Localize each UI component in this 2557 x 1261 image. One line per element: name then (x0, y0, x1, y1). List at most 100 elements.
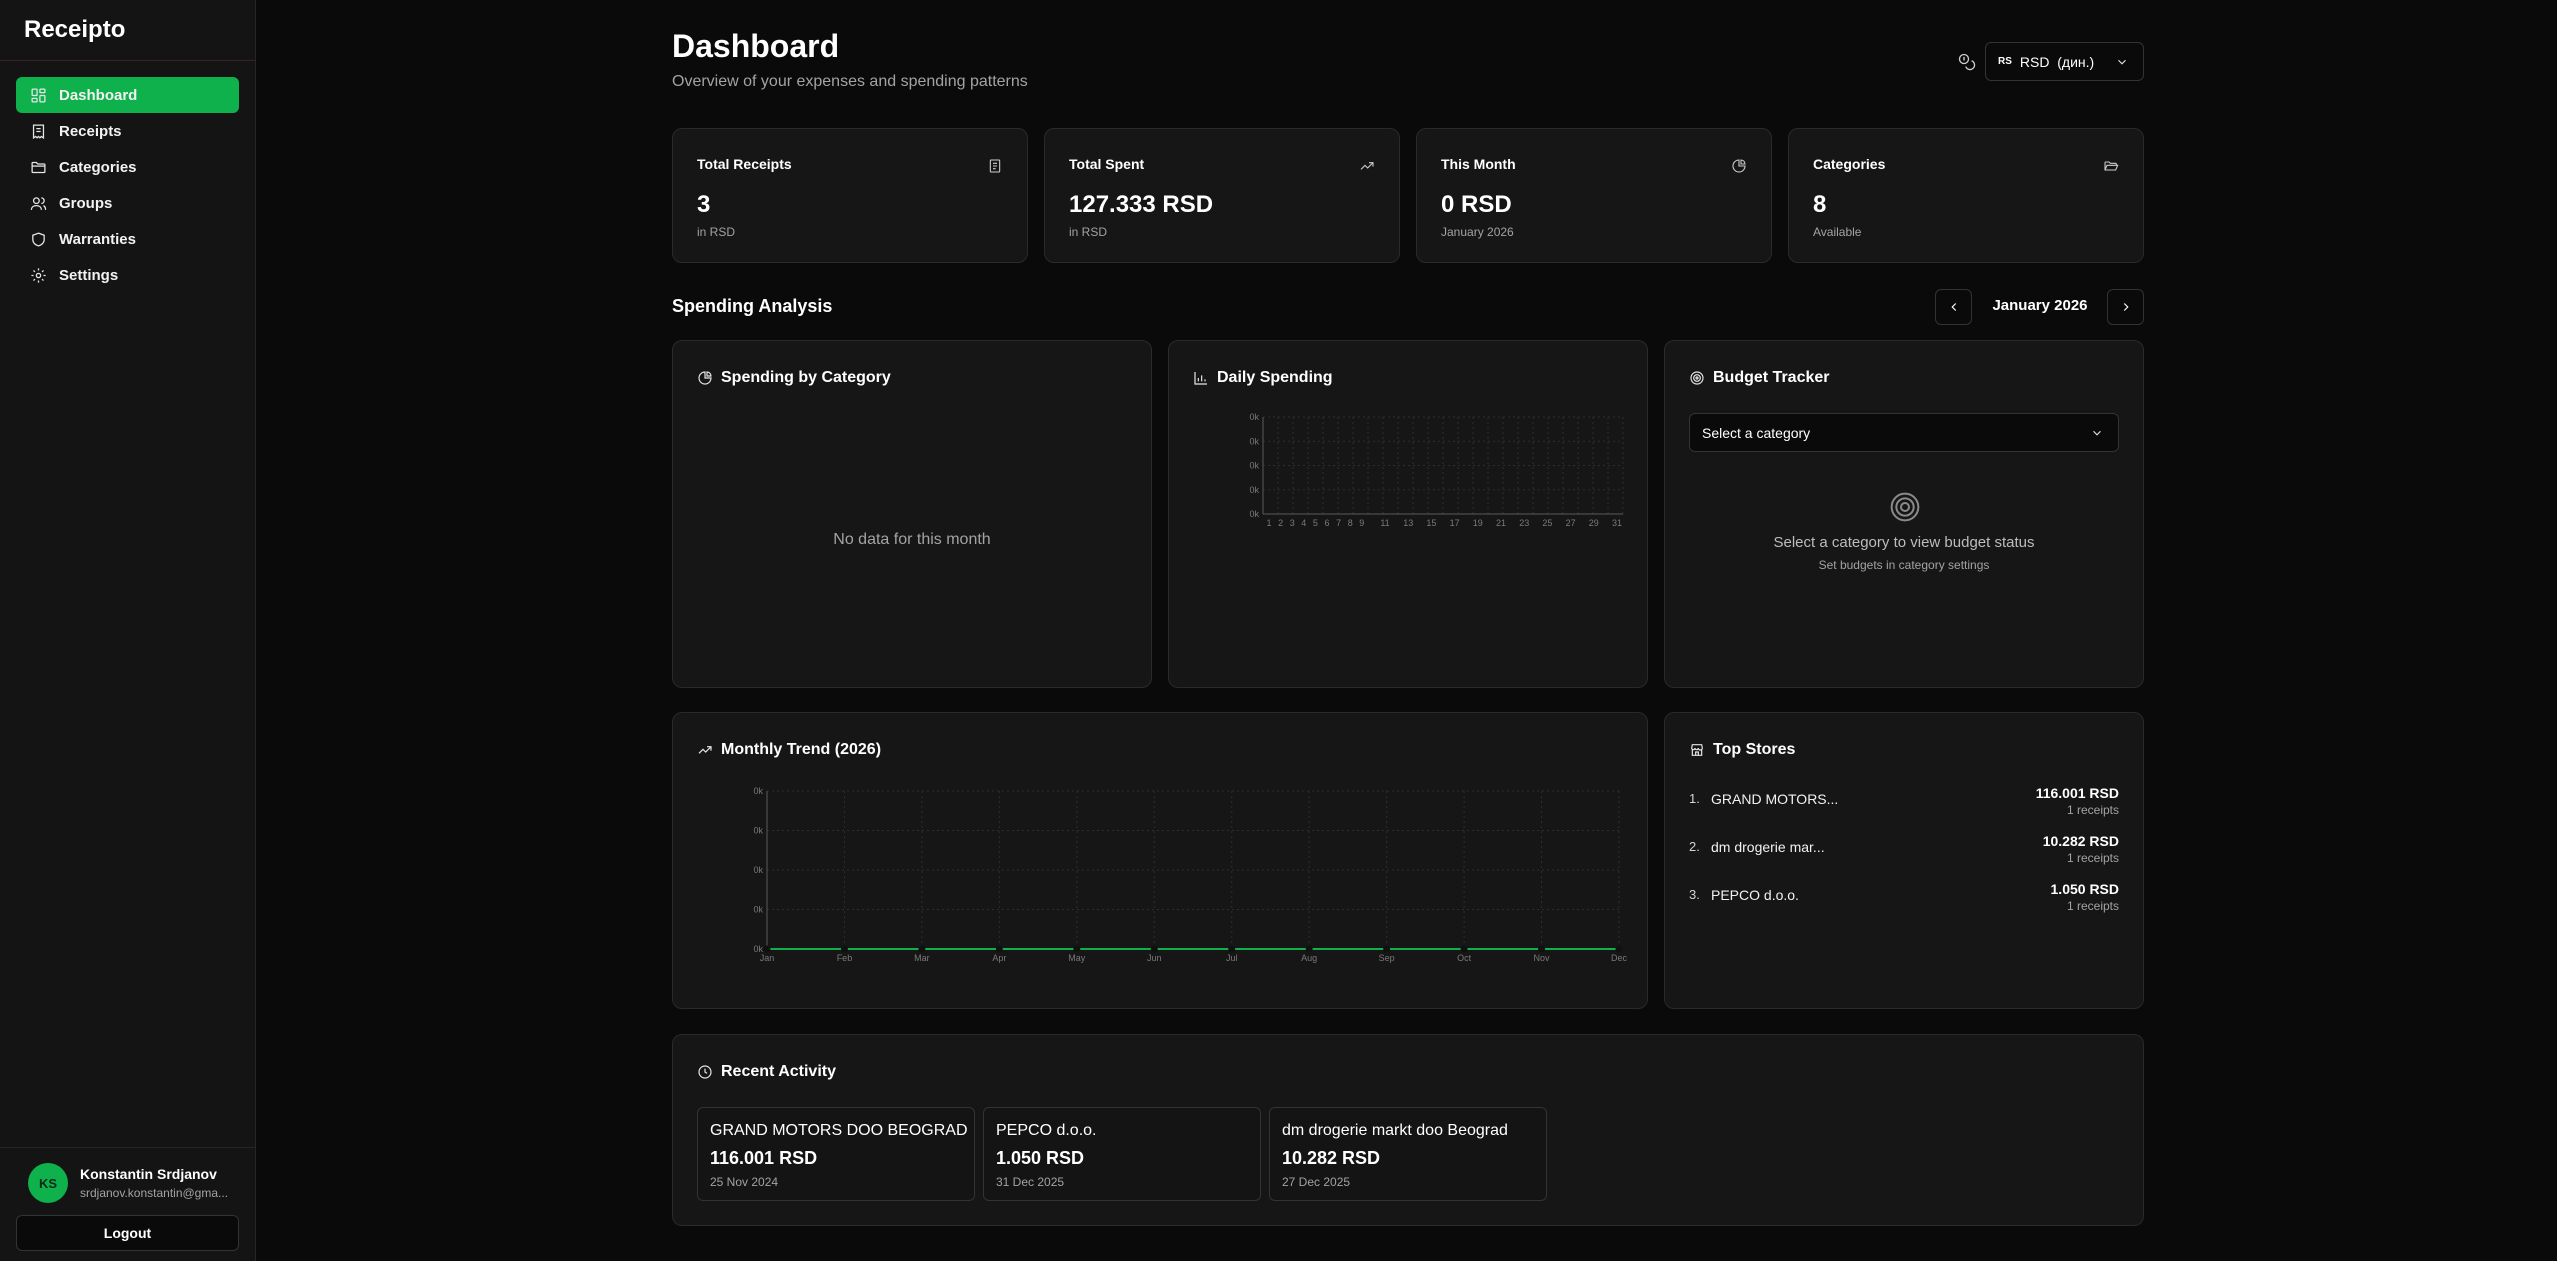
shield-icon (30, 231, 47, 248)
x-tick-label: Apr (992, 953, 1006, 963)
data-point (1229, 946, 1235, 952)
stat-sub: in RSD (697, 225, 735, 239)
list-item[interactable]: 1. GRAND MOTORS... 116.001 RSD 1 receipt… (1689, 785, 2119, 829)
list-item[interactable]: 2. dm drogerie mar... 10.282 RSD 1 recei… (1689, 833, 2119, 877)
top-stores-card: Top Stores 1. GRAND MOTORS... 116.001 RS… (1664, 712, 2144, 1009)
store-icon (1689, 742, 1705, 758)
x-tick-label: Jul (1226, 953, 1238, 963)
user-name: Konstantin Srdjanov (80, 1166, 217, 1182)
pie-chart-icon (1731, 158, 1747, 174)
stat-card-total-spent: Total Spent 127.333 RSD in RSD (1044, 128, 1400, 263)
card-title-text: Top Stores (1713, 741, 1795, 759)
sidebar-item-label: Settings (59, 267, 118, 284)
x-tick-label: 8 (1348, 518, 1353, 528)
bar-chart-icon (1193, 370, 1209, 386)
x-tick-label: 17 (1450, 518, 1460, 528)
activity-store: PEPCO d.o.o. (996, 1122, 1097, 1140)
folder-open-icon (2103, 158, 2119, 174)
stat-value: 127.333 RSD (1069, 191, 1213, 219)
trending-up-icon (1359, 158, 1375, 174)
x-tick-label: 15 (1426, 518, 1436, 528)
x-tick-label: Sep (1379, 953, 1395, 963)
sidebar-item-dashboard[interactable]: Dashboard (16, 77, 239, 113)
y-tick-label: 0k (1249, 509, 1259, 519)
y-tick-label: 0k (1249, 461, 1259, 471)
data-point (764, 946, 770, 952)
list-item[interactable]: 3. PEPCO d.o.o. 1.050 RSD 1 receipts (1689, 881, 2119, 925)
stat-value: 8 (1813, 191, 1826, 219)
activity-store: GRAND MOTORS DOO BEOGRAD (710, 1122, 968, 1140)
x-tick-label: 11 (1380, 518, 1389, 528)
x-tick-label: Jun (1147, 953, 1162, 963)
x-tick-label: 23 (1519, 518, 1529, 528)
data-point (1616, 946, 1622, 952)
activity-item[interactable]: dm drogerie markt doo Beograd 10.282 RSD… (1269, 1107, 1547, 1201)
sidebar-item-groups[interactable]: Groups (16, 185, 239, 221)
currency-symbol: (дин.) (2057, 54, 2094, 70)
y-tick-label: 0k (753, 905, 763, 915)
divider (0, 60, 255, 61)
data-point (1306, 946, 1312, 952)
x-tick-label: 13 (1403, 518, 1413, 528)
card-title: Top Stores (1689, 741, 1795, 759)
currency-select[interactable]: RS RSD (дин.) (1985, 42, 2144, 81)
sidebar-item-label: Receipts (59, 123, 122, 140)
y-tick-label: 0k (753, 786, 763, 796)
avatar[interactable]: KS (28, 1163, 68, 1203)
store-count: 1 receipts (2067, 899, 2119, 913)
sidebar-item-settings[interactable]: Settings (16, 257, 239, 293)
x-tick-label: Aug (1301, 953, 1317, 963)
store-amount: 1.050 RSD (2051, 881, 2119, 897)
stat-sub: Available (1813, 225, 1861, 239)
stat-value: 3 (697, 191, 710, 219)
data-point (1151, 946, 1157, 952)
category-select[interactable]: Select a category (1689, 413, 2119, 452)
activity-item[interactable]: PEPCO d.o.o. 1.050 RSD 31 Dec 2025 (983, 1107, 1261, 1201)
sidebar-item-label: Categories (59, 159, 137, 176)
stat-title: This Month (1441, 156, 1516, 172)
monthly-trend-chart: 0k0k0k0k0kJanFebMarAprMayJunJulAugSepOct… (739, 783, 1629, 983)
sidebar-item-warranties[interactable]: Warranties (16, 221, 239, 257)
budget-hint: Set budgets in category settings (1665, 558, 2143, 572)
sidebar-item-receipts[interactable]: Receipts (16, 113, 239, 149)
sidebar-nav: Dashboard Receipts Categories Groups War… (16, 77, 239, 293)
currency-badge: RS (1998, 56, 2012, 67)
logout-button[interactable]: Logout (16, 1215, 239, 1251)
receipt-icon (30, 123, 47, 140)
x-tick-label: 9 (1359, 518, 1364, 528)
stat-title: Categories (1813, 156, 1885, 172)
section-title: Spending Analysis (672, 296, 832, 317)
sidebar-item-label: Dashboard (59, 87, 137, 104)
data-point (1384, 946, 1390, 952)
sidebar-item-categories[interactable]: Categories (16, 149, 239, 185)
activity-date: 27 Dec 2025 (1282, 1175, 1350, 1189)
folder-icon (30, 159, 47, 176)
stat-card-categories: Categories 8 Available (1788, 128, 2144, 263)
card-title-text: Spending by Category (721, 369, 891, 387)
stat-sub: in RSD (1069, 225, 1107, 239)
user-email: srdjanov.konstantin@gma... (80, 1186, 230, 1200)
pie-chart-icon (697, 370, 713, 386)
next-month-button[interactable] (2107, 289, 2144, 325)
chevron-right-icon (2119, 300, 2133, 314)
y-tick-label: 0k (1249, 412, 1259, 422)
store-rank: 2. (1689, 839, 1700, 854)
sidebar-item-label: Warranties (59, 231, 136, 248)
x-tick-label: 4 (1301, 518, 1306, 528)
card-title: Monthly Trend (2026) (697, 741, 881, 759)
activity-date: 25 Nov 2024 (710, 1175, 778, 1189)
stat-card-this-month: This Month 0 RSD January 2026 (1416, 128, 1772, 263)
dashboard-icon (30, 87, 47, 104)
activity-amount: 1.050 RSD (996, 1148, 1084, 1169)
y-tick-label: 0k (1249, 485, 1259, 495)
category-select-value: Select a category (1702, 425, 1810, 441)
activity-item[interactable]: GRAND MOTORS DOO BEOGRAD 116.001 RSD 25 … (697, 1107, 975, 1201)
daily-spending-card: Daily Spending 0k0k0k0k0k123456789111315… (1168, 340, 1648, 688)
target-icon (1689, 370, 1705, 386)
x-tick-label: 7 (1336, 518, 1341, 528)
divider (0, 1147, 255, 1148)
currency-code: RSD (2020, 54, 2050, 70)
page-subtitle: Overview of your expenses and spending p… (672, 73, 1028, 91)
store-amount: 116.001 RSD (2036, 785, 2119, 801)
x-tick-label: 1 (1266, 518, 1271, 528)
